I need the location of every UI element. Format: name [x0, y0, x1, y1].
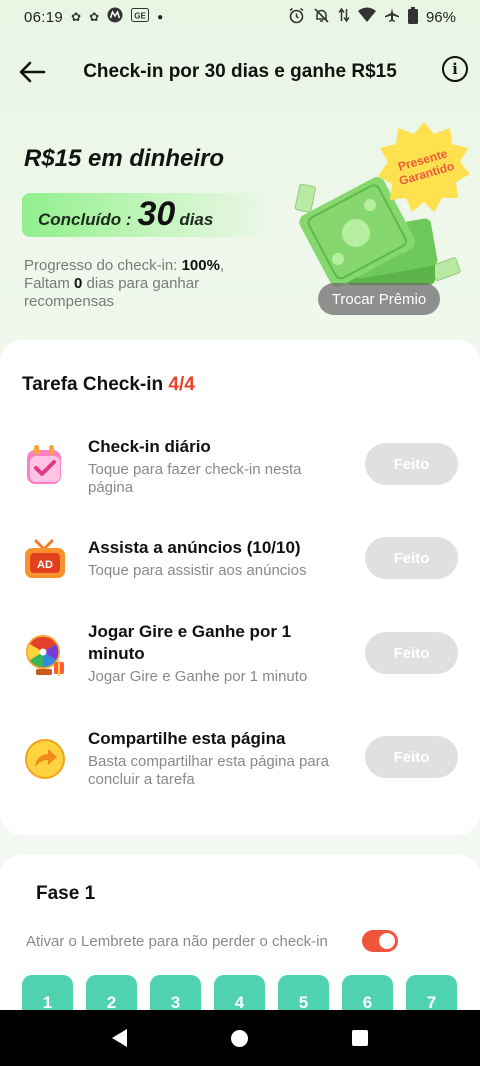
system-nav-bar	[0, 1010, 480, 1066]
svg-text:AD: AD	[37, 559, 53, 571]
completed-label: Concluído :	[38, 210, 132, 229]
svg-text:GE: GE	[134, 12, 146, 21]
task-name: Compartilhe esta página	[88, 729, 286, 748]
phase-title: Fase 1	[36, 883, 96, 904]
notification-icon: ✿	[89, 10, 100, 24]
tasks-title-label: Tarefa Check-in	[22, 374, 169, 395]
header: Check-in por 30 dias e ganhe R$15 i	[0, 50, 480, 94]
progress-value: 100%	[181, 257, 220, 274]
info-button[interactable]: i	[442, 56, 468, 82]
task-name: Assista a anúncios (10/10)	[88, 538, 301, 557]
back-arrow-icon	[19, 61, 46, 83]
data-icon	[338, 7, 350, 27]
task-done-button[interactable]: Feito	[365, 632, 458, 674]
battery-icon	[407, 6, 418, 28]
completed-banner: Concluído : 30 dias	[22, 193, 272, 237]
reminder-label: Ativar o Lembrete para não perder o chec…	[26, 933, 328, 950]
airplane-icon	[384, 7, 400, 27]
task-done-button[interactable]: Feito	[365, 537, 458, 579]
page-title: Check-in por 30 dias e ganhe R$15	[83, 61, 397, 82]
nav-back-icon[interactable]	[112, 1029, 127, 1047]
nav-home-icon[interactable]	[231, 1029, 248, 1047]
completed-days: 30	[137, 195, 176, 233]
motorola-icon	[107, 7, 123, 27]
status-bar: 06:19 ✿ ✿ GE ● 96%	[0, 0, 480, 34]
spin-wheel-icon	[22, 632, 68, 678]
progress-label: Progresso do check-in:	[24, 257, 182, 274]
alarm-icon	[288, 7, 305, 28]
clock: 06:19	[24, 8, 64, 26]
tasks-count: 4/4	[168, 374, 195, 395]
trade-prize-button[interactable]: Trocar Prêmio	[318, 283, 440, 315]
guaranteed-gift-badge: Presente Garantido	[376, 120, 472, 216]
notification-icon: ✿	[71, 10, 82, 24]
task-description: Jogar Gire e Ganhe por 1 minuto	[88, 668, 308, 685]
remaining-label: Faltam	[24, 275, 75, 292]
share-icon	[22, 736, 68, 782]
task-name: Check-in diário	[88, 437, 211, 456]
task-description: Basta compartilhar esta página para conc…	[88, 753, 329, 788]
tasks-card: Tarefa Check-in 4/4 Check-in diário Toqu…	[0, 340, 480, 835]
tasks-title: Tarefa Check-in 4/4	[22, 374, 195, 396]
reminder-toggle[interactable]	[362, 930, 398, 952]
nav-recents-icon[interactable]	[352, 1030, 368, 1046]
reward-title: R$15 em dinheiro	[24, 145, 225, 172]
back-button[interactable]	[14, 54, 50, 90]
g-icon: GE	[131, 8, 150, 26]
mute-icon	[313, 7, 330, 28]
task-done-button[interactable]: Feito	[365, 736, 458, 778]
calendar-icon	[22, 442, 68, 488]
completed-unit: dias	[179, 210, 214, 229]
wifi-icon	[357, 7, 376, 27]
progress-text: Progresso do check-in: 100%, Faltam 0 di…	[24, 257, 264, 311]
battery-percent: 96%	[425, 8, 456, 26]
info-icon: i	[452, 60, 458, 78]
task-name: Jogar Gire e Ganhe por 1 minuto	[88, 622, 292, 663]
task-done-button[interactable]: Feito	[365, 443, 458, 485]
progress-separator: ,	[219, 257, 225, 274]
task-description: Toque para assistir aos anúncios	[88, 562, 307, 579]
task-description: Toque para fazer check-in nesta página	[88, 461, 302, 496]
dot-icon: ●	[157, 11, 164, 23]
tv-ad-icon: AD	[22, 537, 68, 583]
